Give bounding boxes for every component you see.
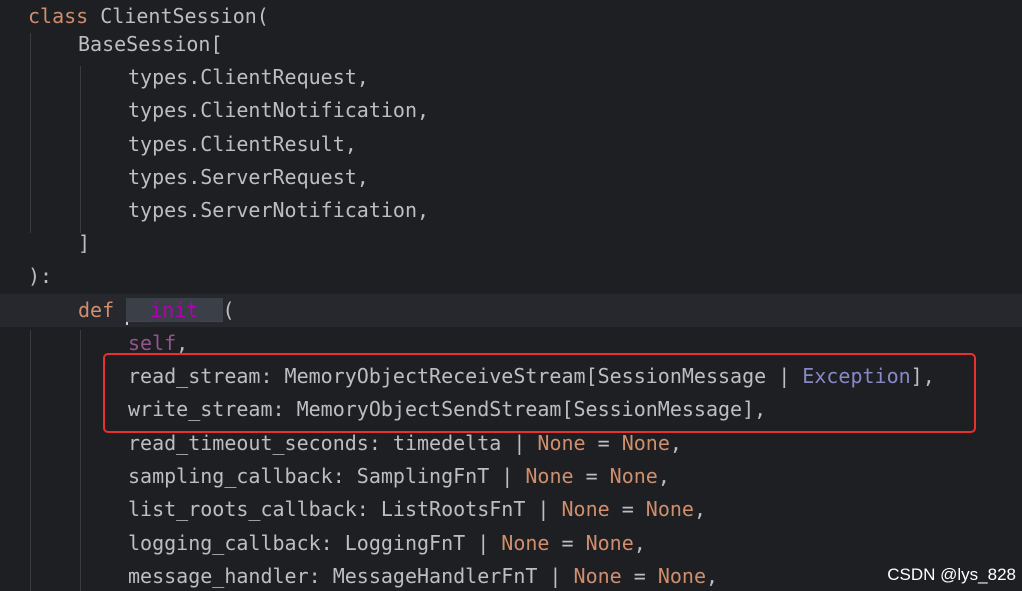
code-line-10[interactable]: def __init__( [0, 294, 1022, 327]
equals: = [585, 431, 622, 455]
logging-callback-param: logging_callback: LoggingFnT | [128, 531, 502, 555]
none-keyword: None [561, 497, 610, 521]
comma: , [706, 564, 719, 588]
comma: , [669, 431, 682, 455]
message-handler-param: message_handler: MessageHandlerFnT | [128, 564, 574, 588]
comma: , [633, 531, 646, 555]
close-bracket: ] [78, 231, 91, 255]
equals: = [573, 464, 610, 488]
none-keyword: None [501, 531, 550, 555]
code-line-17[interactable]: logging_callback: LoggingFnT | None = No… [0, 527, 1022, 560]
red-highlight-box [103, 353, 976, 433]
code-line-16[interactable]: list_roots_callback: ListRootsFnT | None… [0, 493, 1022, 526]
code-line-15[interactable]: sampling_callback: SamplingFnT | None = … [0, 460, 1022, 493]
equals: = [621, 564, 658, 588]
type-arg: types.ServerNotification, [128, 198, 430, 222]
none-keyword: None [573, 564, 622, 588]
code-line-5[interactable]: types.ClientResult, [0, 128, 1022, 161]
code-line-3[interactable]: types.ClientRequest, [0, 61, 1022, 94]
code-line-7[interactable]: types.ServerNotification, [0, 194, 1022, 227]
equals: = [609, 497, 646, 521]
base-class: BaseSession[ [78, 32, 223, 56]
code-line-18[interactable]: message_handler: MessageHandlerFnT | Non… [0, 560, 1022, 591]
equals: = [549, 531, 586, 555]
keyword-def: def [78, 298, 115, 322]
type-arg: types.ServerRequest, [128, 165, 369, 189]
init-method-name: __init__ [126, 298, 223, 322]
open-paren: ( [222, 298, 235, 322]
self-param: self [128, 331, 177, 355]
code-line-4[interactable]: types.ClientNotification, [0, 94, 1022, 127]
sampling-callback-param: sampling_callback: SamplingFnT | [128, 464, 526, 488]
none-keyword: None [585, 531, 634, 555]
csdn-watermark: CSDN @lys_828 [887, 565, 1016, 584]
type-arg: types.ClientNotification, [128, 98, 430, 122]
comma: , [657, 464, 670, 488]
read-timeout-param: read_timeout_seconds: timedelta | [128, 431, 538, 455]
list-roots-callback-param: list_roots_callback: ListRootsFnT | [128, 497, 562, 521]
none-keyword: None [609, 464, 658, 488]
class-declaration: ClientSession( [88, 4, 269, 28]
close-paren: ): [28, 264, 53, 288]
none-keyword: None [657, 564, 706, 588]
comma: , [176, 331, 189, 355]
type-arg: types.ClientResult, [128, 132, 357, 156]
none-keyword: None [621, 431, 670, 455]
none-keyword: None [537, 431, 586, 455]
type-arg: types.ClientRequest, [128, 65, 369, 89]
code-editor[interactable]: class ClientSession( BaseSession[ types.… [0, 0, 1022, 591]
code-line-8[interactable]: ] [0, 227, 1022, 260]
comma: , [693, 497, 706, 521]
none-keyword: None [645, 497, 694, 521]
code-line-2[interactable]: BaseSession[ [0, 28, 1022, 61]
keyword-class: class [28, 4, 89, 28]
code-line-6[interactable]: types.ServerRequest, [0, 161, 1022, 194]
none-keyword: None [525, 464, 574, 488]
code-line-9[interactable]: ): [0, 260, 1022, 293]
